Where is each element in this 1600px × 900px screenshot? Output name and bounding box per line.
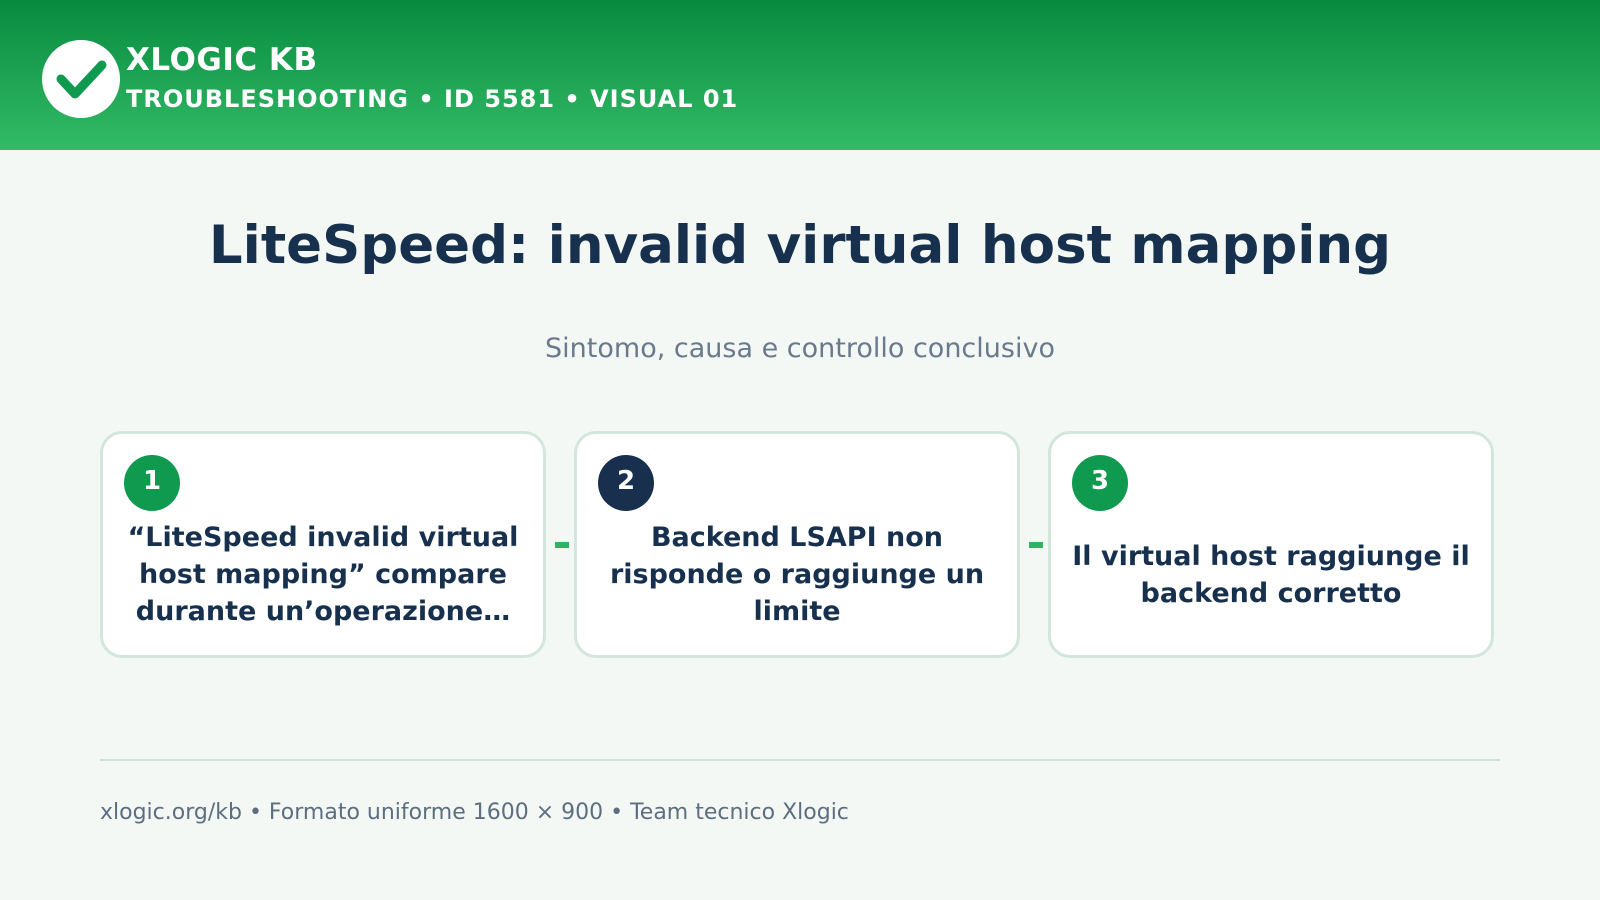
step-connector xyxy=(555,542,569,548)
header-banner: XLOGIC KB TROUBLESHOOTING • ID 5581 • VI… xyxy=(0,0,1600,150)
step-connector xyxy=(1029,542,1043,548)
step-text: Backend LSAPI non risponde o raggiunge u… xyxy=(609,522,985,627)
step-text: Il virtual host raggiunge il backend cor… xyxy=(1072,540,1470,609)
footer-divider xyxy=(100,759,1500,761)
step-number-badge: 3 xyxy=(1072,455,1128,511)
step-number-badge: 2 xyxy=(598,455,654,511)
brand-subtitle: TROUBLESHOOTING • ID 5581 • VISUAL 01 xyxy=(126,85,739,113)
step-text: “LiteSpeed invalid virtual host mapping”… xyxy=(127,522,519,627)
page-subtitle: Sintomo, causa e controllo conclusivo xyxy=(545,333,1055,364)
step-number-badge: 1 xyxy=(124,455,180,511)
footer-text: xlogic.org/kb • Formato uniforme 1600 × … xyxy=(100,800,849,825)
brand-title: XLOGIC KB xyxy=(126,42,318,78)
step-card-3: 3 Il virtual host raggiunge il backend c… xyxy=(1048,431,1494,658)
checkmark-icon xyxy=(42,40,120,118)
page-title: LiteSpeed: invalid virtual host mapping xyxy=(208,215,1392,276)
step-card-2: 2 Backend LSAPI non risponde o raggiunge… xyxy=(574,431,1020,658)
step-card-1: 1 “LiteSpeed invalid virtual host mappin… xyxy=(100,431,546,658)
